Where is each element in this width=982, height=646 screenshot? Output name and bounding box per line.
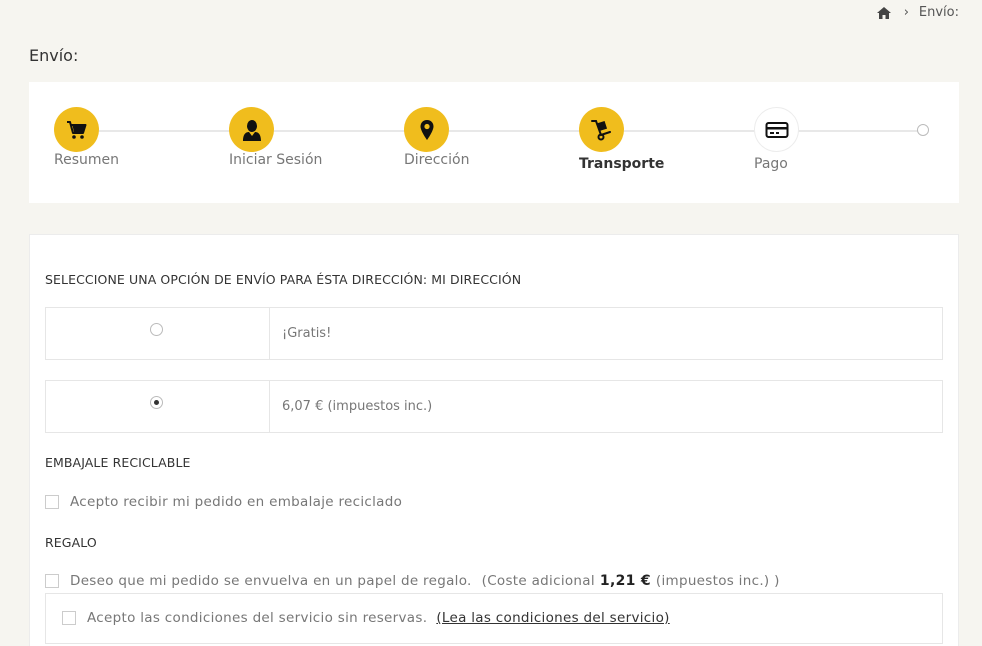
home-icon[interactable]: [876, 6, 892, 20]
gift-label: Deseo que mi pedido se envuelva en un pa…: [70, 573, 472, 589]
carrier-radio-cell: [46, 308, 270, 359]
breadcrumb-current: Envío:: [918, 5, 959, 20]
carrier-radio-paid[interactable]: [150, 396, 163, 409]
breadcrumb-separator: ›: [903, 5, 909, 20]
cart-icon: [54, 107, 99, 152]
gift-cost-prefix: (Coste adicional: [481, 573, 595, 589]
step-login[interactable]: Iniciar Sesión: [229, 107, 322, 168]
map-pin-icon: [404, 107, 449, 152]
gift-cost-value: 1,21 €: [599, 573, 651, 589]
page-title: Envío:: [29, 46, 79, 65]
step-label: Dirección: [404, 152, 470, 168]
gift-checkbox[interactable]: [45, 574, 59, 588]
step-payment[interactable]: Pago: [754, 107, 799, 172]
user-icon: [229, 107, 274, 152]
step-label: Transporte: [579, 156, 665, 172]
gift-option[interactable]: Deseo que mi pedido se envuelva en un pa…: [45, 573, 780, 589]
terms-label: Acepto las condiciones del servicio sin …: [87, 610, 428, 626]
breadcrumb: › Envío:: [876, 5, 959, 20]
steps-end-dot: [917, 124, 929, 136]
step-summary[interactable]: Resumen: [54, 107, 119, 168]
recycle-label: Acepto recibir mi pedido en embalaje rec…: [70, 494, 403, 510]
terms-link[interactable]: (Lea las condiciones del servicio): [436, 610, 669, 626]
terms-checkbox[interactable]: [62, 611, 76, 625]
carrier-description: ¡Gratis!: [282, 326, 332, 341]
terms-box: Acepto las condiciones del servicio sin …: [45, 593, 943, 644]
carrier-description: 6,07 € (impuestos inc.): [282, 399, 433, 414]
step-address[interactable]: Dirección: [404, 107, 469, 168]
recycle-option[interactable]: Acepto recibir mi pedido en embalaje rec…: [45, 494, 402, 510]
step-label: Pago: [754, 156, 788, 172]
shipping-form: SELECCIONE UNA OPCIÓN DE ENVÍO PARA ÉSTA…: [29, 234, 959, 646]
carrier-option-free[interactable]: ¡Gratis!: [45, 307, 943, 360]
step-transport[interactable]: Transporte: [579, 107, 664, 172]
checkout-steps: Resumen Iniciar Sesión Dirección Transpo…: [29, 82, 959, 203]
gift-section-title: REGALO: [45, 535, 97, 550]
step-label: Resumen: [54, 152, 120, 168]
recycle-section-title: EMBAJALE RECICLABLE: [45, 455, 191, 470]
hand-truck-icon: [579, 107, 624, 152]
step-label: Iniciar Sesión: [229, 152, 323, 168]
terms-option[interactable]: Acepto las condiciones del servicio sin …: [62, 610, 670, 626]
shipping-section-title: SELECCIONE UNA OPCIÓN DE ENVÍO PARA ÉSTA…: [45, 272, 522, 287]
credit-card-icon: [754, 107, 799, 152]
carrier-radio-cell: [46, 381, 270, 432]
carrier-option-paid[interactable]: 6,07 € (impuestos inc.): [45, 380, 943, 433]
carrier-radio-free[interactable]: [150, 323, 163, 336]
gift-cost-suffix: (impuestos inc.) ): [655, 573, 780, 589]
recycle-checkbox[interactable]: [45, 495, 59, 509]
